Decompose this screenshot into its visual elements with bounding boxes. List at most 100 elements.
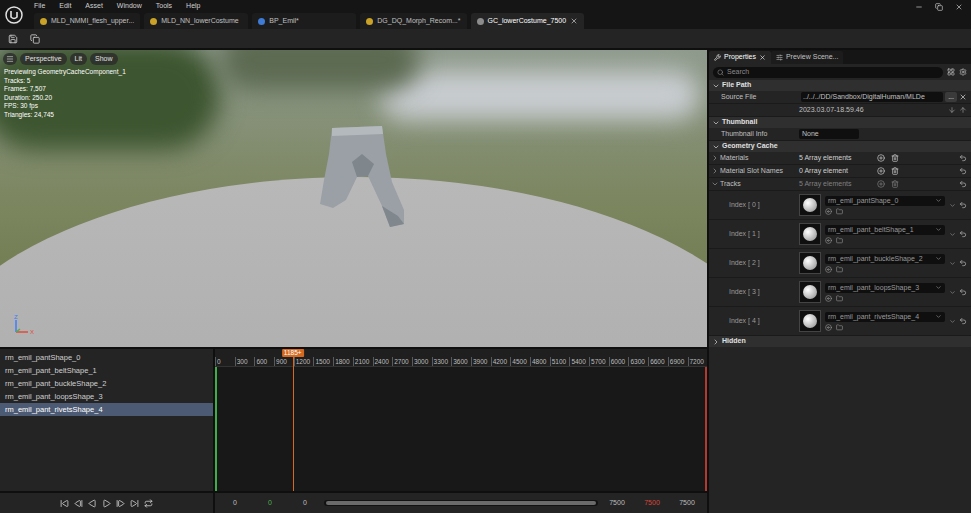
range-field[interactable]: 7500: [636, 498, 668, 509]
settings-icon[interactable]: [959, 68, 967, 76]
asset-dropdown[interactable]: rm_emil_pant_loopsShape_3: [825, 283, 945, 293]
use-selected-icon[interactable]: [825, 237, 832, 244]
pants-mesh[interactable]: [312, 124, 412, 234]
clear-elements-icon[interactable]: [891, 154, 899, 162]
track-row[interactable]: rm_emil_pant_rivetsShape_4: [0, 403, 213, 416]
document-tab[interactable]: GC_lowerCostume_7500: [471, 13, 585, 29]
document-tab[interactable]: DG_DQ_Morph_Recom...*: [360, 13, 466, 29]
save-icon[interactable]: [8, 34, 18, 44]
viewport-button[interactable]: Perspective: [20, 53, 67, 65]
browse-folder-icon[interactable]: [836, 208, 843, 215]
play-reverse-icon[interactable]: [88, 499, 97, 508]
range-field[interactable]: 0: [289, 498, 321, 509]
expand-chevron-icon[interactable]: [711, 167, 719, 175]
dropdown-chevron-icon[interactable]: [935, 313, 942, 320]
dropdown-chevron-icon[interactable]: [935, 197, 942, 204]
expand-chevron-icon[interactable]: [712, 338, 720, 346]
view-options-icon[interactable]: [947, 68, 955, 76]
dropdown-chevron-icon[interactable]: [935, 255, 942, 262]
browse-button[interactable]: ...: [945, 92, 957, 102]
reset-icon[interactable]: [959, 230, 967, 238]
menu-item[interactable]: File: [34, 1, 45, 11]
expand-chevron-icon[interactable]: [949, 231, 956, 238]
panel-tab[interactable]: Preview Scene...: [771, 51, 844, 64]
section-header[interactable]: Thumbnail: [709, 117, 971, 128]
close-tab-icon[interactable]: [759, 54, 766, 61]
menu-item[interactable]: Help: [186, 1, 200, 11]
clear-elements-icon[interactable]: [891, 167, 899, 175]
step-back-icon[interactable]: [74, 499, 83, 508]
value-field[interactable]: None: [799, 129, 859, 139]
asset-dropdown[interactable]: rm_emil_pant_buckleShape_2: [825, 254, 945, 264]
file-path-field[interactable]: ../../../DD/Sandbox/DigitalHuman/MLDe: [801, 92, 943, 102]
asset-thumbnail[interactable]: [799, 281, 821, 303]
range-field[interactable]: 0: [219, 498, 251, 509]
reset-icon[interactable]: [959, 154, 967, 162]
range-field[interactable]: 7500: [601, 498, 633, 509]
scrollbar-thumb[interactable]: [326, 501, 596, 505]
clear-icon[interactable]: [959, 93, 967, 101]
menu-item[interactable]: Asset: [85, 1, 103, 11]
add-element-icon[interactable]: [877, 154, 885, 162]
section-header[interactable]: Geometry Cache: [709, 141, 971, 152]
arrow-up-icon[interactable]: [959, 106, 967, 114]
engine-logo-icon[interactable]: [5, 6, 23, 24]
playhead-line[interactable]: [293, 357, 294, 491]
asset-thumbnail[interactable]: [799, 252, 821, 274]
use-selected-icon[interactable]: [825, 266, 832, 273]
track-row[interactable]: rm_emil_pant_beltShape_1: [0, 364, 213, 377]
close-window-icon[interactable]: [955, 3, 963, 11]
asset-dropdown[interactable]: rm_emil_pant_rivetsShape_4: [825, 312, 945, 322]
viewport-button[interactable]: Lit: [70, 53, 87, 65]
expand-chevron-icon[interactable]: [949, 318, 956, 325]
track-row[interactable]: rm_emil_pant_buckleShape_2: [0, 377, 213, 390]
reset-icon[interactable]: [959, 180, 967, 188]
section-header[interactable]: Hidden: [709, 336, 971, 347]
step-forward-icon[interactable]: [116, 499, 125, 508]
expand-chevron-icon[interactable]: [949, 202, 956, 209]
jump-to-end-icon[interactable]: [130, 499, 139, 508]
browse-folder-icon[interactable]: [836, 324, 843, 331]
loop-icon[interactable]: [144, 499, 153, 508]
reset-icon[interactable]: [959, 317, 967, 325]
reset-icon[interactable]: [959, 201, 967, 209]
jump-to-start-icon[interactable]: [60, 499, 69, 508]
asset-thumbnail[interactable]: [799, 223, 821, 245]
panel-tab[interactable]: Properties: [709, 51, 771, 64]
collapse-chevron-icon[interactable]: [712, 119, 720, 127]
restore-icon[interactable]: [935, 3, 943, 11]
dropdown-chevron-icon[interactable]: [935, 226, 942, 233]
document-tab[interactable]: MLD_NMMI_flesh_upper...: [34, 13, 140, 29]
collapse-chevron-icon[interactable]: [712, 143, 720, 151]
play-icon[interactable]: [102, 499, 111, 508]
browse-folder-icon[interactable]: [836, 237, 843, 244]
expand-chevron-icon[interactable]: [949, 289, 956, 296]
document-tab[interactable]: MLD_NN_lowerCostume: [144, 13, 248, 29]
track-row[interactable]: rm_emil_pant_loopsShape_3: [0, 390, 213, 403]
browse-icon[interactable]: [30, 34, 40, 44]
collapse-chevron-icon[interactable]: [711, 180, 719, 188]
track-row[interactable]: rm_emil_pantShape_0: [0, 351, 213, 364]
asset-thumbnail[interactable]: [799, 194, 821, 216]
timeline-scrollbar[interactable]: [324, 500, 598, 506]
reset-icon[interactable]: [959, 259, 967, 267]
section-header[interactable]: File Path: [709, 80, 971, 91]
use-selected-icon[interactable]: [825, 295, 832, 302]
arrow-down-icon[interactable]: [948, 106, 956, 114]
range-field[interactable]: 0: [254, 498, 286, 509]
asset-dropdown[interactable]: rm_emil_pant_beltShape_1: [825, 225, 945, 235]
browse-folder-icon[interactable]: [836, 266, 843, 273]
expand-chevron-icon[interactable]: [949, 260, 956, 267]
dropdown-chevron-icon[interactable]: [935, 284, 942, 291]
timeline[interactable]: 0300600900120015001800210024002700300033…: [215, 349, 707, 491]
use-selected-icon[interactable]: [825, 208, 832, 215]
browse-folder-icon[interactable]: [836, 295, 843, 302]
menu-item[interactable]: Tools: [156, 1, 172, 11]
document-tab[interactable]: BP_Emil*: [252, 13, 356, 29]
reset-icon[interactable]: [959, 167, 967, 175]
asset-thumbnail[interactable]: [799, 310, 821, 332]
reset-icon[interactable]: [959, 288, 967, 296]
search-field[interactable]: Search: [713, 67, 943, 78]
collapse-chevron-icon[interactable]: [712, 82, 720, 90]
viewport[interactable]: PerspectiveLitShowPreviewing GeometryCac…: [0, 50, 707, 347]
